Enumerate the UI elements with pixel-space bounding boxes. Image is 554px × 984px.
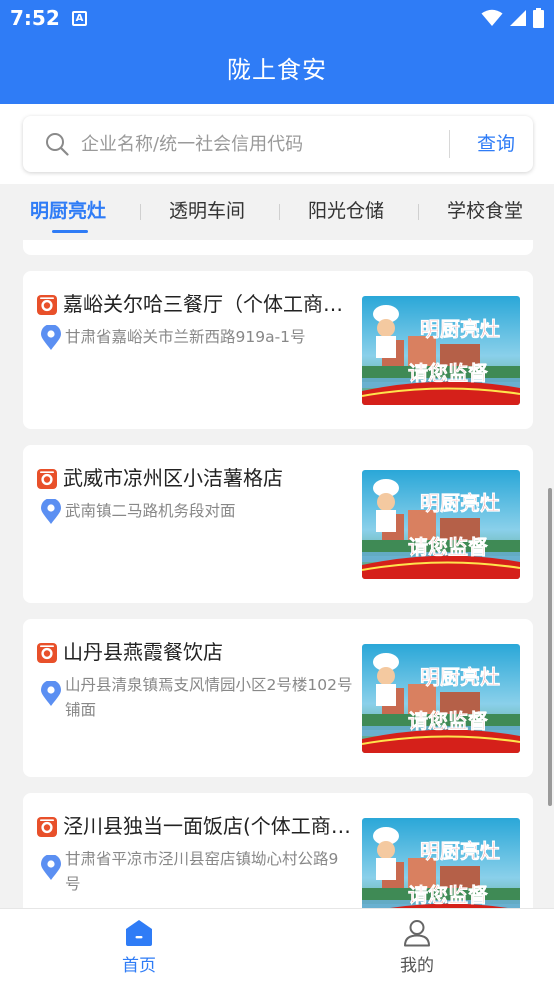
notification-a-icon: A <box>72 11 87 26</box>
kitchen-thumbnail[interactable]: 明厨亮灶 请您监督 <box>362 818 520 908</box>
home-icon <box>126 920 152 946</box>
search-divider <box>449 130 450 158</box>
nav-home-label: 首页 <box>122 956 156 976</box>
location-pin-icon <box>41 681 61 706</box>
list-item[interactable]: 武威市凉州区小洁薯格店 武南镇二马路机务段对面 明厨亮灶 请您监督 <box>23 445 533 603</box>
thumbnail-line1: 明厨亮灶 <box>420 839 500 863</box>
shop-icon <box>37 643 57 663</box>
tab-separator <box>418 204 419 220</box>
list-item-partial[interactable] <box>23 240 533 255</box>
page-title: 陇上食安 <box>227 56 327 84</box>
search-section: 查询 <box>0 104 554 184</box>
battery-icon <box>533 8 544 28</box>
search-box: 查询 <box>23 116 533 172</box>
search-icon <box>45 132 69 160</box>
thumbnail-line1: 明厨亮灶 <box>420 491 500 515</box>
shop-icon <box>37 295 57 315</box>
tab-warehouse[interactable]: 阳光仓储 <box>308 184 384 240</box>
category-tabs: 明厨亮灶 透明车间 阳光仓储 学校食堂 <box>0 184 554 240</box>
wifi-icon <box>481 9 503 26</box>
thumbnail-line2: 请您监督 <box>408 535 488 559</box>
tab-separator <box>140 204 141 220</box>
tab-active-indicator <box>52 230 88 233</box>
business-address: 武南镇二马路机务段对面 <box>65 502 236 520</box>
shop-icon <box>37 817 57 837</box>
status-time: 7:52 <box>10 6 60 30</box>
location-pin-icon <box>41 855 61 880</box>
system-icons <box>481 8 544 28</box>
bottom-navigation: 首页 我的 <box>0 908 554 984</box>
app-bar: 陇上食安 <box>0 38 554 104</box>
kitchen-thumbnail[interactable]: 明厨亮灶 请您监督 <box>362 644 520 753</box>
kitchen-thumbnail[interactable]: 明厨亮灶 请您监督 <box>362 296 520 405</box>
location-pin-icon <box>41 499 61 524</box>
thumbnail-line1: 明厨亮灶 <box>420 665 500 689</box>
list-item[interactable]: 嘉峪关尔哈三餐厅（个体工商户） 甘肃省嘉峪关市兰新西路919a-1号 明厨亮灶 <box>23 271 533 429</box>
user-icon <box>404 920 430 947</box>
thumbnail-line1: 明厨亮灶 <box>420 317 500 341</box>
business-address: 甘肃省嘉峪关市兰新西路919a-1号 <box>65 328 306 346</box>
kitchen-thumbnail[interactable]: 明厨亮灶 请您监督 <box>362 470 520 579</box>
list-item[interactable]: 泾川县独当一面饭店(个体工商户) 甘肃省平凉市泾川县窑店镇坳心村公路9号 明厨亮… <box>23 793 533 908</box>
tab-separator <box>279 204 280 220</box>
tab-school-canteen[interactable]: 学校食堂 <box>447 184 523 240</box>
thumbnail-line2: 请您监督 <box>408 361 488 385</box>
status-bar: 7:52 A <box>0 0 554 38</box>
list-scrollbar[interactable] <box>548 488 552 806</box>
business-name: 武威市凉州区小洁薯格店 <box>63 466 283 490</box>
tab-workshop[interactable]: 透明车间 <box>169 184 245 240</box>
nav-profile[interactable]: 我的 <box>357 909 477 984</box>
thumbnail-line2: 请您监督 <box>408 883 488 907</box>
list-item[interactable]: 山丹县燕霞餐饮店 山丹县清泉镇焉支风情园小区2号楼102号铺面 明厨亮灶 请您监… <box>23 619 533 777</box>
business-address: 山丹县清泉镇焉支风情园小区2号楼102号铺面 <box>65 676 353 719</box>
business-address: 甘肃省平凉市泾川县窑店镇坳心村公路9号 <box>65 850 339 893</box>
business-name: 泾川县独当一面饭店(个体工商户) <box>63 814 353 838</box>
nav-profile-label: 我的 <box>400 956 434 976</box>
business-name: 山丹县燕霞餐饮店 <box>63 640 223 664</box>
signal-icon <box>510 10 526 26</box>
business-name: 嘉峪关尔哈三餐厅（个体工商户） <box>63 292 353 316</box>
location-pin-icon <box>41 325 61 350</box>
search-input[interactable] <box>81 116 451 172</box>
thumbnail-line2: 请您监督 <box>408 709 488 733</box>
nav-home[interactable]: 首页 <box>79 909 199 984</box>
shop-icon <box>37 469 57 489</box>
search-button[interactable]: 查询 <box>459 116 533 172</box>
business-list[interactable]: 嘉峪关尔哈三餐厅（个体工商户） 甘肃省嘉峪关市兰新西路919a-1号 明厨亮灶 <box>0 240 554 908</box>
